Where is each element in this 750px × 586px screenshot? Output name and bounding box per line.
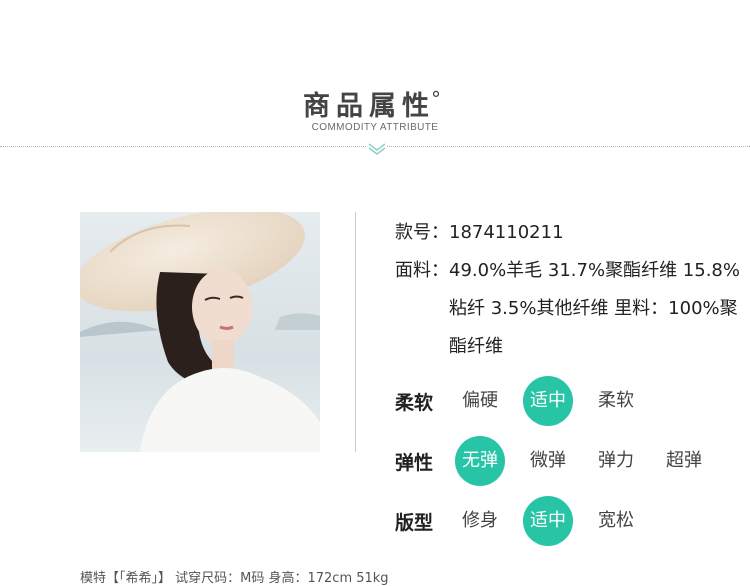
fit-option-slim: 修身 [462, 510, 498, 531]
fit-option-regular: 适中 [523, 496, 573, 546]
softness-option-hard: 偏硬 [462, 390, 498, 411]
style-number-label: 款号： [395, 222, 449, 243]
elasticity-option-none: 无弹 [455, 436, 505, 486]
elasticity-option-super: 超弹 [666, 450, 702, 471]
vertical-divider [355, 212, 356, 452]
elasticity-option-slight: 微弹 [530, 450, 566, 471]
elasticity-option-stretch: 弹力 [598, 450, 634, 471]
softness-option-soft: 柔软 [598, 390, 634, 411]
degree-mark: ° [431, 87, 447, 111]
attr-elasticity-name: 弹性 [395, 451, 434, 474]
fit-option-loose: 宽松 [598, 510, 634, 531]
fabric-row: 面料： 49.0%羊毛 31.7%聚酯纤维 15.8%粘纤 3.5%其他纤维 里… [395, 252, 750, 366]
chevron-down-icon [367, 141, 387, 155]
model-info: 模特【「希希」】 试穿尺码：M码 身高：172cm 51kg [80, 571, 389, 586]
section-subtitle: COMMODITY ATTRIBUTE [311, 122, 439, 133]
softness-option-medium: 适中 [523, 376, 573, 426]
product-info: 款号： 1874110211 面料： 49.0%羊毛 31.7%聚酯纤维 15.… [395, 214, 750, 366]
attr-fit-name: 版型 [395, 511, 434, 534]
attr-fit: 版型 [395, 499, 437, 543]
attr-elasticity: 弹性 [395, 439, 437, 483]
fabric-label: 面料： [395, 260, 449, 281]
section-title-text: 商品属性 [303, 91, 435, 122]
style-number-row: 款号： 1874110211 [395, 214, 750, 252]
section-title: 商品属性° [0, 84, 750, 123]
fabric-value: 49.0%羊毛 31.7%聚酯纤维 15.8%粘纤 3.5%其他纤维 里料：10… [449, 260, 740, 357]
attr-softness: 柔软 [395, 379, 437, 423]
model-photo [80, 212, 320, 452]
attr-softness-name: 柔软 [395, 391, 434, 414]
style-number-value: 1874110211 [449, 222, 564, 243]
